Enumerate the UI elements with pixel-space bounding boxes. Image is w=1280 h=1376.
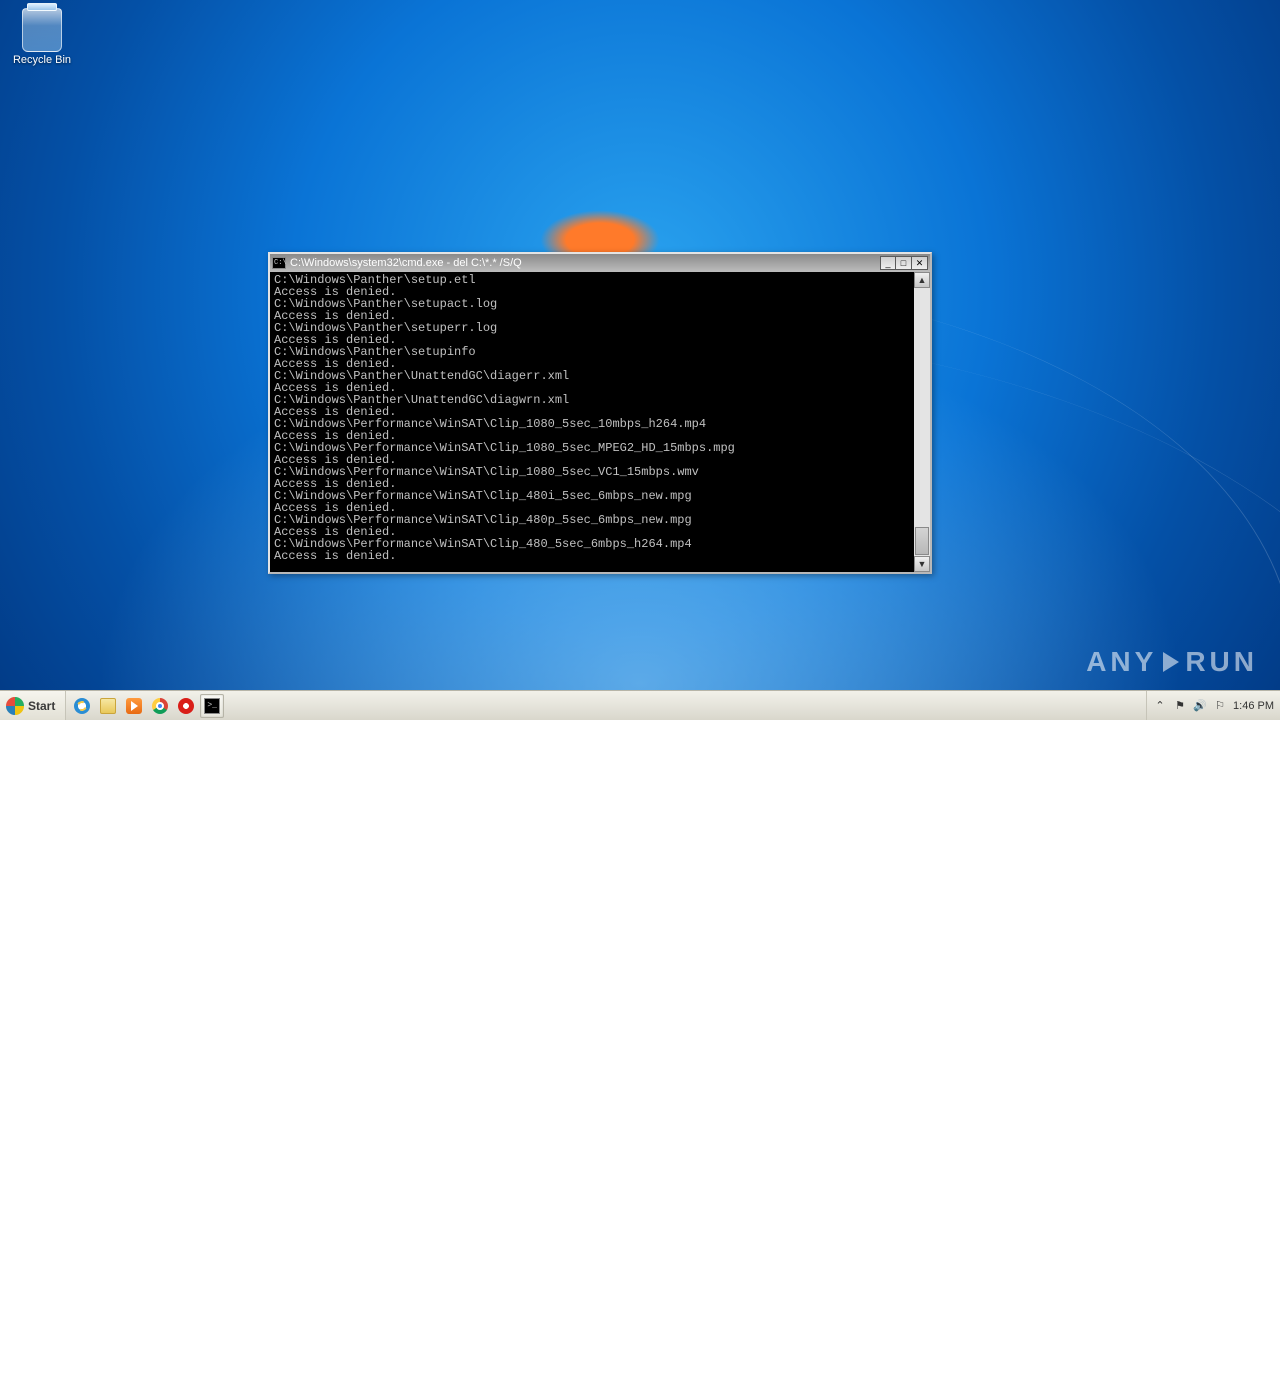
- minimize-button[interactable]: _: [880, 256, 896, 270]
- start-button[interactable]: Start: [0, 691, 66, 720]
- recycle-bin-icon: [22, 8, 62, 52]
- action-center-icon[interactable]: ⚑: [1173, 699, 1187, 713]
- start-label: Start: [28, 692, 55, 720]
- cmd-title-icon: [272, 257, 286, 269]
- scroll-thumb[interactable]: [915, 527, 929, 555]
- scroll-track[interactable]: [914, 288, 930, 556]
- cmd-window[interactable]: C:\Windows\system32\cmd.exe - del C:\*.*…: [268, 252, 932, 574]
- opera-icon: [178, 698, 194, 714]
- cmd-title-text: C:\Windows\system32\cmd.exe - del C:\*.*…: [290, 257, 880, 269]
- desktop-icon-label: Recycle Bin: [8, 54, 76, 66]
- desktop-wallpaper[interactable]: Recycle Bin C:\Windows\system32\cmd.exe …: [0, 0, 1280, 720]
- file-explorer-icon: [100, 698, 116, 714]
- system-tray: ⌃ ⚑ 🔊 ⚐ 1:46 PM: [1146, 691, 1280, 720]
- scroll-down-button[interactable]: ▼: [914, 556, 930, 572]
- taskbar[interactable]: Start ⌃ ⚑ 🔊 ⚐ 1:46 PM: [0, 690, 1280, 720]
- taskbar-item-cmd[interactable]: [200, 694, 224, 718]
- internet-explorer-icon: [74, 698, 90, 714]
- taskbar-item-internet-explorer[interactable]: [70, 694, 94, 718]
- media-player-icon: [126, 698, 142, 714]
- taskbar-item-google-chrome[interactable]: [148, 694, 172, 718]
- cmd-icon: [204, 698, 220, 714]
- taskbar-clock[interactable]: 1:46 PM: [1233, 692, 1274, 720]
- anyrun-watermark: ANY RUN: [1086, 648, 1258, 676]
- taskbar-item-file-explorer[interactable]: [96, 694, 120, 718]
- taskbar-item-opera[interactable]: [174, 694, 198, 718]
- volume-icon[interactable]: 🔊: [1193, 699, 1207, 713]
- maximize-button[interactable]: □: [896, 256, 912, 270]
- windows-logo-icon: [6, 697, 24, 715]
- quicklaunch-bar: [66, 691, 228, 720]
- cmd-output[interactable]: C:\Windows\Panther\setup.etl Access is d…: [270, 272, 914, 572]
- close-button[interactable]: ✕: [912, 256, 928, 270]
- cmd-titlebar-buttons: _ □ ✕: [880, 256, 928, 270]
- watermark-text-right: RUN: [1185, 648, 1258, 676]
- desktop-icon-recycle-bin[interactable]: Recycle Bin: [8, 8, 76, 66]
- watermark-text-left: ANY: [1086, 648, 1157, 676]
- play-icon: [1163, 652, 1179, 672]
- cmd-scrollbar[interactable]: ▲ ▼: [914, 272, 930, 572]
- show-hidden-icons-button[interactable]: ⌃: [1153, 699, 1167, 713]
- scroll-up-button[interactable]: ▲: [914, 272, 930, 288]
- cmd-titlebar[interactable]: C:\Windows\system32\cmd.exe - del C:\*.*…: [270, 254, 930, 272]
- cmd-body: C:\Windows\Panther\setup.etl Access is d…: [270, 272, 930, 572]
- notification-flag-icon[interactable]: ⚐: [1213, 699, 1227, 713]
- taskbar-item-media-player[interactable]: [122, 694, 146, 718]
- google-chrome-icon: [152, 698, 168, 714]
